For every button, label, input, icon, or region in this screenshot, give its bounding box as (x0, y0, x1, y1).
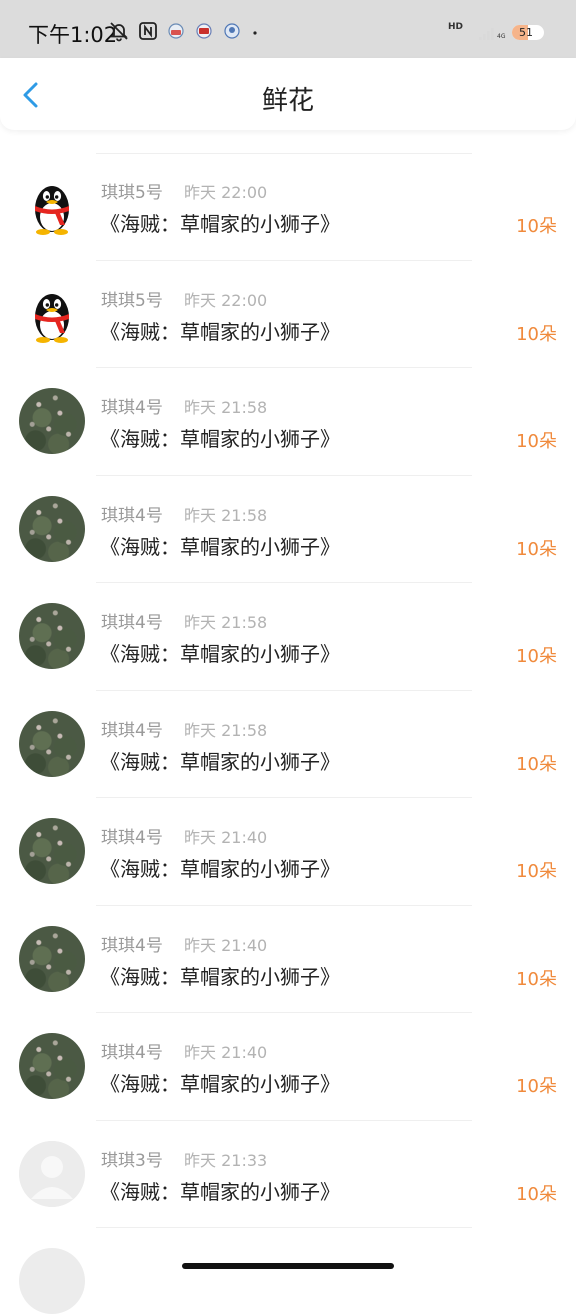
avatar[interactable] (19, 1140, 85, 1207)
network-type-label: 4G (497, 33, 506, 40)
user-name: 琪琪4号 (101, 398, 163, 418)
flower-amount: 10朵 (516, 968, 557, 990)
list-item[interactable]: 琪琪4号 昨天 21:40 《海贼：草帽家的小狮子》 10朵 (0, 1013, 576, 1121)
nfc-icon (138, 21, 158, 41)
list-item[interactable]: 琪琪4号 昨天 21:58 《海贼：草帽家的小狮子》 10朵 (0, 691, 576, 798)
user-name: 琪琪5号 (101, 183, 163, 203)
avatar[interactable] (19, 710, 85, 777)
user-name: 琪琪4号 (101, 505, 163, 526)
avatar (19, 1248, 85, 1314)
status-icons (108, 20, 260, 42)
book-title: 《海贼：草帽家的小狮子》 (100, 319, 340, 344)
app-notification-icon (222, 21, 242, 41)
avatar[interactable] (19, 495, 85, 562)
flower-amount: 10朵 (516, 323, 557, 345)
list-item[interactable]: 琪琪4号 昨天 21:40 《海贼：草帽家的小狮子》 10朵 (0, 906, 576, 1013)
status-time: 下午1:02 (28, 23, 118, 47)
book-title: 《海贼：草帽家的小狮子》 (100, 642, 340, 666)
user-name: 琪琪4号 (101, 613, 163, 633)
avatar[interactable] (19, 603, 85, 669)
timestamp: 昨天 21:58 (184, 398, 268, 417)
timestamp: 昨天 21:40 (184, 828, 268, 847)
book-title: 《海贼：草帽家的小狮子》 (100, 1179, 340, 1204)
book-title: 《海贼：草帽家的小狮子》 (100, 749, 340, 774)
flower-amount: 10朵 (516, 753, 557, 775)
book-title: 《海贼：草帽家的小狮子》 (100, 534, 340, 559)
book-title: 《海贼：草帽家的小狮子》 (100, 1072, 340, 1096)
signal-icon (478, 26, 494, 45)
hd-label: HD (448, 22, 464, 32)
timestamp: 昨天 21:40 (184, 1043, 268, 1062)
gift-record-list[interactable]: 琪琪5号 昨天 22:00 《海贼：草帽家的小狮子》 10朵 琪琪5号 昨天 2… (0, 153, 576, 1228)
flower-amount: 10朵 (516, 431, 557, 452)
avatar[interactable] (19, 173, 85, 239)
avatar[interactable] (19, 1033, 85, 1099)
book-title: 《海贼：草帽家的小狮子》 (100, 964, 340, 989)
user-name: 琪琪3号 (101, 1150, 163, 1171)
user-name: 琪琪4号 (101, 720, 163, 741)
timestamp: 昨天 21:58 (184, 505, 268, 525)
divider (96, 1227, 472, 1228)
timestamp: 昨天 21:58 (184, 720, 268, 740)
flower-amount: 10朵 (516, 1183, 557, 1205)
user-name: 琪琪5号 (101, 290, 163, 311)
timestamp: 昨天 22:00 (184, 183, 268, 202)
avatar[interactable] (19, 281, 85, 347)
list-item[interactable]: 琪琪5号 昨天 22:00 《海贼：草帽家的小狮子》 10朵 (0, 153, 576, 261)
flower-amount: 10朵 (516, 861, 557, 882)
flower-amount: 10朵 (516, 1076, 557, 1097)
book-title: 《海贼：草帽家的小狮子》 (100, 857, 340, 881)
flower-amount: 10朵 (516, 216, 557, 237)
dot-icon (250, 21, 260, 41)
battery-icon: 51 (512, 25, 544, 40)
book-title: 《海贼：草帽家的小狮子》 (100, 427, 340, 451)
user-name: 琪琪4号 (101, 935, 163, 956)
page-title: 鲜花 (261, 86, 314, 116)
list-item[interactable]: 琪琪4号 昨天 21:58 《海贼：草帽家的小狮子》 10朵 (0, 583, 576, 691)
flower-amount: 10朵 (516, 538, 557, 560)
list-item[interactable]: 琪琪4号 昨天 21:58 《海贼：草帽家的小狮子》 10朵 (0, 368, 576, 476)
user-name: 琪琪4号 (101, 1043, 163, 1063)
book-title: 《海贼：草帽家的小狮子》 (100, 212, 340, 236)
header-bar: 鲜花 (0, 58, 576, 130)
list-item[interactable]: 琪琪4号 昨天 21:40 《海贼：草帽家的小狮子》 10朵 (0, 798, 576, 906)
avatar[interactable] (19, 388, 85, 454)
mute-bell-icon (108, 20, 130, 42)
status-bar: 下午1:02 HD 4G 51 (0, 0, 576, 58)
flower-amount: 10朵 (516, 646, 557, 667)
app-notification-icon (194, 21, 214, 41)
list-item[interactable]: 琪琪5号 昨天 22:00 《海贼：草帽家的小狮子》 10朵 (0, 261, 576, 368)
home-indicator[interactable] (182, 1263, 394, 1269)
app-notification-icon (166, 21, 186, 41)
list-item[interactable]: 琪琪4号 昨天 21:58 《海贼：草帽家的小狮子》 10朵 (0, 476, 576, 583)
timestamp: 昨天 21:58 (184, 613, 268, 632)
timestamp: 昨天 22:00 (184, 290, 268, 310)
avatar[interactable] (19, 818, 85, 884)
timestamp: 昨天 21:33 (184, 1150, 268, 1170)
list-item[interactable]: 琪琪3号 昨天 21:33 《海贼：草帽家的小狮子》 10朵 (0, 1121, 576, 1228)
user-name: 琪琪4号 (101, 828, 163, 848)
timestamp: 昨天 21:40 (184, 935, 268, 955)
battery-percentage: 51 (519, 26, 533, 39)
avatar[interactable] (19, 925, 85, 992)
